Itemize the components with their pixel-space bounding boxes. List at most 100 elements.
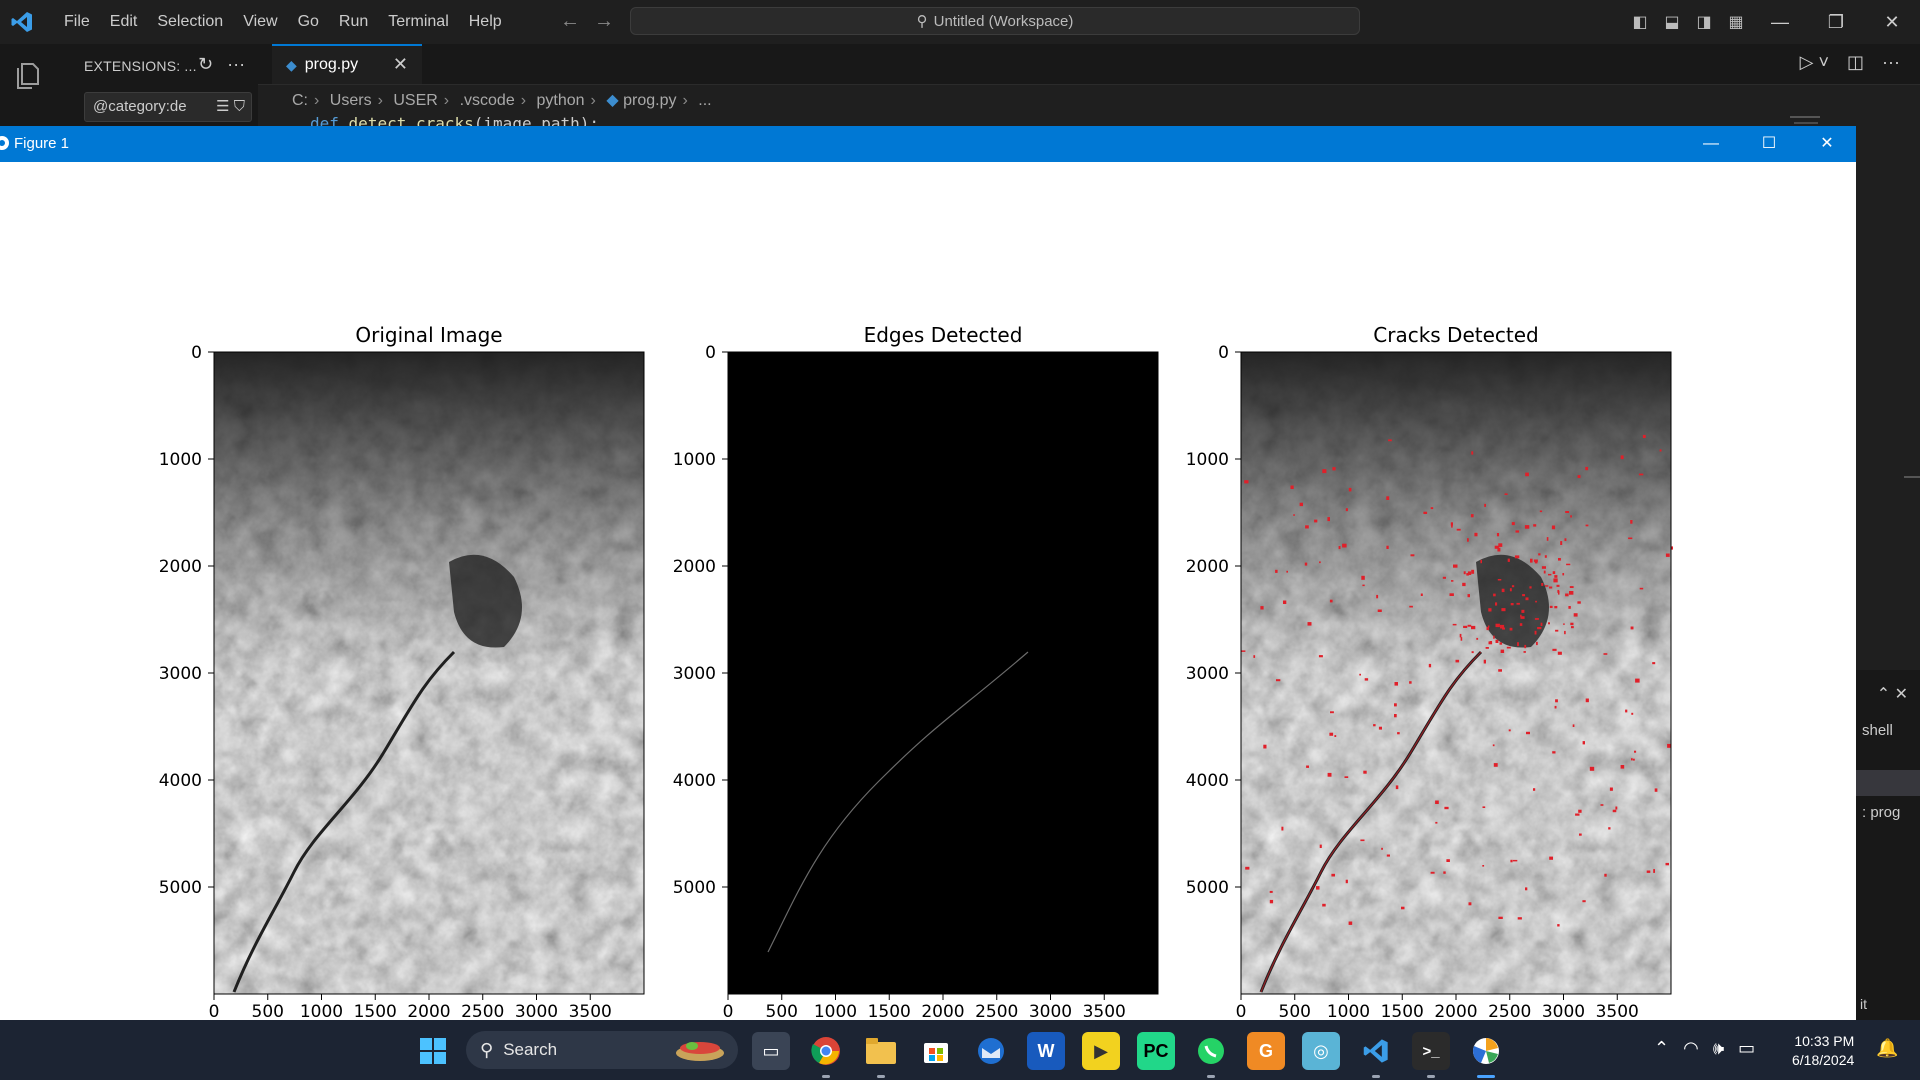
x-tick-label: 3500 <box>569 1002 612 1020</box>
wifi-icon[interactable]: ◠ <box>1683 1038 1699 1059</box>
menu-help[interactable]: Help <box>459 0 512 44</box>
more-editor-actions-icon[interactable]: ··· <box>1882 52 1900 73</box>
figure-minimize-icon[interactable]: — <box>1682 126 1740 162</box>
split-editor-icon[interactable]: ◫ <box>1847 52 1864 73</box>
volume-icon[interactable]: 🕪 <box>1713 1038 1724 1059</box>
crack-mark <box>1409 681 1412 684</box>
crack-mark <box>1525 887 1528 891</box>
toggle-panel-icon[interactable]: ⬓ <box>1656 12 1688 32</box>
menu-go[interactable]: Go <box>288 0 329 44</box>
file-explorer-icon[interactable] <box>862 1032 900 1078</box>
close-icon[interactable]: ✕ <box>1864 12 1920 33</box>
vscode-taskbar-icon[interactable] <box>1357 1032 1395 1078</box>
figure-maximize-icon[interactable]: ☐ <box>1740 126 1798 162</box>
crack-mark <box>1620 455 1624 460</box>
potplayer-icon[interactable]: ▶ <box>1082 1032 1120 1070</box>
crack-mark <box>1534 559 1538 564</box>
crack-mark <box>1630 520 1633 524</box>
pdf-editor-icon[interactable]: G <box>1247 1032 1285 1070</box>
editor-scrollbar[interactable] <box>1904 476 1920 478</box>
crack-mark <box>1555 629 1559 632</box>
x-tick-label: 1000 <box>300 1002 343 1020</box>
crack-mark <box>1362 584 1365 587</box>
crack-mark <box>1286 570 1288 573</box>
thunderbird-icon[interactable] <box>972 1032 1010 1070</box>
minimize-icon[interactable]: — <box>1752 12 1808 33</box>
crack-mark <box>1492 744 1495 747</box>
task-view-icon[interactable]: ▭ <box>752 1032 790 1070</box>
refresh-icon[interactable]: ↻ <box>198 54 213 75</box>
crack-mark <box>1521 609 1525 613</box>
crack-mark <box>1558 558 1561 561</box>
menu-view[interactable]: View <box>233 0 287 44</box>
microsoft-store-icon[interactable] <box>917 1032 955 1070</box>
customize-layout-icon[interactable]: ▦ <box>1720 12 1752 32</box>
crack-mark <box>1533 524 1537 527</box>
toggle-sidebar-icon[interactable]: ◧ <box>1624 12 1656 32</box>
crack-mark <box>1480 559 1482 564</box>
crack-mark <box>1539 510 1543 513</box>
y-tick-label: 5000 <box>1186 878 1229 898</box>
breadcrumb-item[interactable]: USER <box>393 92 437 109</box>
crack-mark <box>1394 714 1397 718</box>
filter-icon[interactable]: ☰ ⛉ <box>216 93 245 121</box>
crack-mark <box>1345 879 1348 884</box>
taskbar-search[interactable]: ⚲ Search <box>466 1031 738 1069</box>
toggle-secondary-sidebar-icon[interactable]: ◨ <box>1688 12 1720 32</box>
command-center[interactable]: ⚲ Untitled (Workspace) <box>630 7 1360 35</box>
breadcrumb-item[interactable]: Users <box>330 92 372 109</box>
pycharm-icon[interactable]: PC <box>1137 1032 1175 1070</box>
title-controls: ◧ ⬓ ◨ ▦ — ❐ ✕ <box>1624 0 1920 44</box>
notification-icon[interactable]: 🔔 <box>1876 1038 1898 1059</box>
taskbar-clock[interactable]: 10:33 PM 6/18/2024 <box>1792 1032 1854 1070</box>
panel-controls[interactable]: ⌃ ✕ <box>1877 684 1908 704</box>
breadcrumb-item[interactable]: .vscode <box>460 92 515 109</box>
crack-mark <box>1332 467 1336 471</box>
explorer-icon[interactable] <box>14 60 42 90</box>
more-actions-icon[interactable]: ··· <box>227 54 245 75</box>
crack-mark <box>1538 553 1541 556</box>
figure-app-taskbar-icon[interactable] <box>1467 1032 1505 1078</box>
editor-actions: ▷ ˅ ◫ ··· <box>1800 52 1900 73</box>
breadcrumb-item[interactable]: ... <box>698 92 711 109</box>
menu-file[interactable]: File <box>54 0 100 44</box>
crack-mark <box>1443 871 1446 874</box>
windows-start-icon[interactable] <box>420 1038 446 1064</box>
figure-close-icon[interactable]: ✕ <box>1798 126 1856 162</box>
terminal-item[interactable]: : prog <box>1862 804 1900 821</box>
breadcrumb-item[interactable]: python <box>537 92 585 109</box>
extensions-search-input[interactable]: @category:de ☰ ⛉ <box>84 92 252 122</box>
crack-mark <box>1307 622 1312 626</box>
crack-mark <box>1281 826 1284 831</box>
crack-mark <box>1548 622 1550 625</box>
menu-selection[interactable]: Selection <box>147 0 233 44</box>
crack-mark <box>1554 606 1558 609</box>
terminal-selected-row[interactable] <box>1856 770 1920 796</box>
crack-mark <box>1314 519 1318 523</box>
breadcrumb-item[interactable]: prog.py <box>623 92 676 109</box>
tab-close-icon[interactable]: ✕ <box>393 54 408 75</box>
whatsapp-icon[interactable] <box>1192 1032 1230 1078</box>
terminal-icon[interactable]: >_ <box>1412 1032 1450 1078</box>
crack-mark <box>1562 573 1565 576</box>
menu-run[interactable]: Run <box>329 0 378 44</box>
restore-icon[interactable]: ❐ <box>1808 12 1864 33</box>
word-icon[interactable]: W <box>1027 1032 1065 1070</box>
menu-edit[interactable]: Edit <box>100 0 148 44</box>
crack-mark <box>1524 525 1530 529</box>
show-hidden-icons-icon[interactable]: ⌃ <box>1654 1038 1669 1059</box>
app-blue-icon[interactable]: ◎ <box>1302 1032 1340 1070</box>
chrome-icon[interactable] <box>807 1032 845 1078</box>
breadcrumb-item[interactable]: C: <box>292 92 308 109</box>
axes-title: Original Image <box>355 323 502 347</box>
tab-prog-py[interactable]: ◆ prog.py ✕ <box>272 44 422 84</box>
back-arrow-icon[interactable]: ← <box>560 10 580 33</box>
battery-icon[interactable]: ▭ <box>1738 1038 1755 1059</box>
run-icon[interactable]: ▷ ˅ <box>1800 52 1829 73</box>
menu-terminal[interactable]: Terminal <box>378 0 458 44</box>
forward-arrow-icon[interactable]: → <box>594 10 614 33</box>
crack-mark <box>1552 648 1557 651</box>
crack-mark <box>1563 623 1565 625</box>
crack-mark <box>1253 655 1256 658</box>
x-tick-label: 1500 <box>354 1002 397 1020</box>
